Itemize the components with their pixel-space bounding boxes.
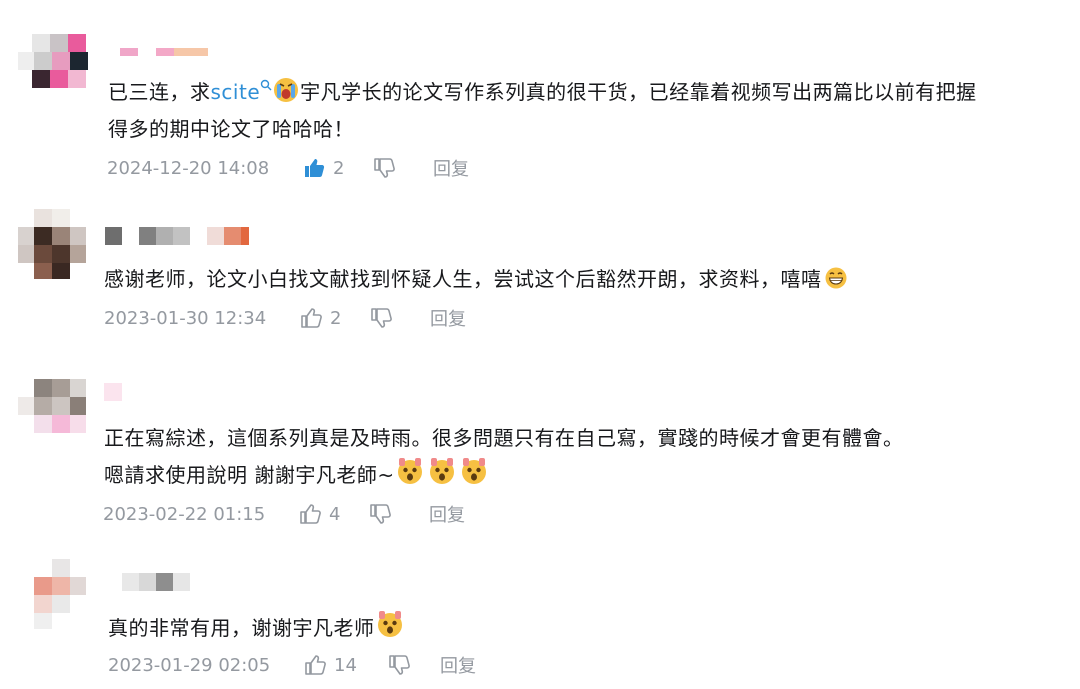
comment-item: 已三连，求scite 宇凡学长的论文写作系列真的很干货，已经靠着视频写出两篇比以前… xyxy=(0,0,1080,195)
username-censored[interactable] xyxy=(104,383,122,401)
thumbs-up-icon xyxy=(305,159,325,177)
dislike-button[interactable] xyxy=(388,654,440,676)
username-censored[interactable] xyxy=(122,573,190,591)
thumbs-up-icon xyxy=(301,308,322,328)
like-count: 2 xyxy=(333,157,345,179)
thumbs-up-icon xyxy=(305,655,326,675)
comment-meta: 2023-01-30 12:34 2 回复 xyxy=(104,304,466,332)
dislike-button[interactable] xyxy=(373,157,425,179)
crying-face-icon xyxy=(274,78,299,102)
thumbs-down-icon xyxy=(389,655,410,675)
comment-item: 感谢老师，论文小白找文献找到怀疑人生，尝试这个后豁然开朗，求资料，嘻嘻 2023… xyxy=(0,195,1080,355)
username-censored[interactable] xyxy=(105,227,249,245)
shocked-face-icon xyxy=(397,458,486,484)
avatar[interactable] xyxy=(18,559,90,631)
thumbs-down-icon xyxy=(371,308,392,328)
dislike-button[interactable] xyxy=(369,503,421,525)
comment-text-line2: 得多的期中论文了哈哈哈！ xyxy=(108,117,354,141)
avatar[interactable] xyxy=(18,209,90,281)
comment-text: 已三连，求scite 宇凡学长的论文写作系列真的很干货，已经靠着视频写出两篇比以前… xyxy=(108,74,977,110)
comment-item: 真的非常有用，谢谢宇凡老师 2023-01-29 02:05 14 回复 xyxy=(0,545,1080,689)
grinning-face-icon xyxy=(825,267,846,289)
comment-text: 真的非常有用，谢谢宇凡老师 xyxy=(108,609,405,646)
like-button[interactable]: 14 xyxy=(304,654,374,676)
reply-button[interactable]: 回复 xyxy=(440,652,476,678)
reply-button[interactable]: 回复 xyxy=(430,305,466,331)
timestamp: 2023-02-22 01:15 xyxy=(103,503,266,525)
comment-text-line2: 嗯請求使用說明 謝謝宇凡老師~ xyxy=(104,456,491,493)
comment-text: 感谢老师，论文小白找文献找到怀疑人生，尝试这个后豁然开朗，求资料，嘻嘻 xyxy=(104,261,848,297)
dislike-button[interactable] xyxy=(370,307,422,329)
like-button[interactable]: 2 xyxy=(300,307,370,329)
like-count: 4 xyxy=(329,503,341,525)
timestamp: 2024-12-20 14:08 xyxy=(107,157,270,179)
timestamp: 2023-01-29 02:05 xyxy=(108,654,271,676)
comment-text: 正在寫綜述，這個系列真是及時雨。很多問題只有在自己寫，實踐的時候才會更有體會。 xyxy=(104,426,904,450)
comment-meta: 2023-01-29 02:05 14 回复 xyxy=(108,651,476,679)
comment-meta: 2024-12-20 14:08 2 回复 xyxy=(107,154,469,182)
scite-link[interactable]: scite xyxy=(211,79,273,104)
timestamp: 2023-01-30 12:34 xyxy=(104,307,267,329)
comment-meta: 2023-02-22 01:15 4 回复 xyxy=(103,500,465,528)
username-censored[interactable] xyxy=(120,48,208,56)
reply-button[interactable]: 回复 xyxy=(429,501,465,527)
like-count: 2 xyxy=(330,307,342,329)
avatar[interactable] xyxy=(18,34,90,106)
thumbs-down-icon xyxy=(374,158,395,178)
like-button[interactable]: 2 xyxy=(303,157,373,179)
like-button[interactable]: 4 xyxy=(299,503,369,525)
thumbs-down-icon xyxy=(370,504,391,524)
like-count: 14 xyxy=(334,654,357,676)
shocked-face-icon xyxy=(377,611,402,637)
comment-item: 正在寫綜述，這個系列真是及時雨。很多問題只有在自己寫，實踐的時候才會更有體會。 … xyxy=(0,355,1080,545)
search-icon xyxy=(260,79,272,91)
reply-button[interactable]: 回复 xyxy=(433,155,469,181)
avatar[interactable] xyxy=(18,379,90,451)
thumbs-up-icon xyxy=(300,504,321,524)
